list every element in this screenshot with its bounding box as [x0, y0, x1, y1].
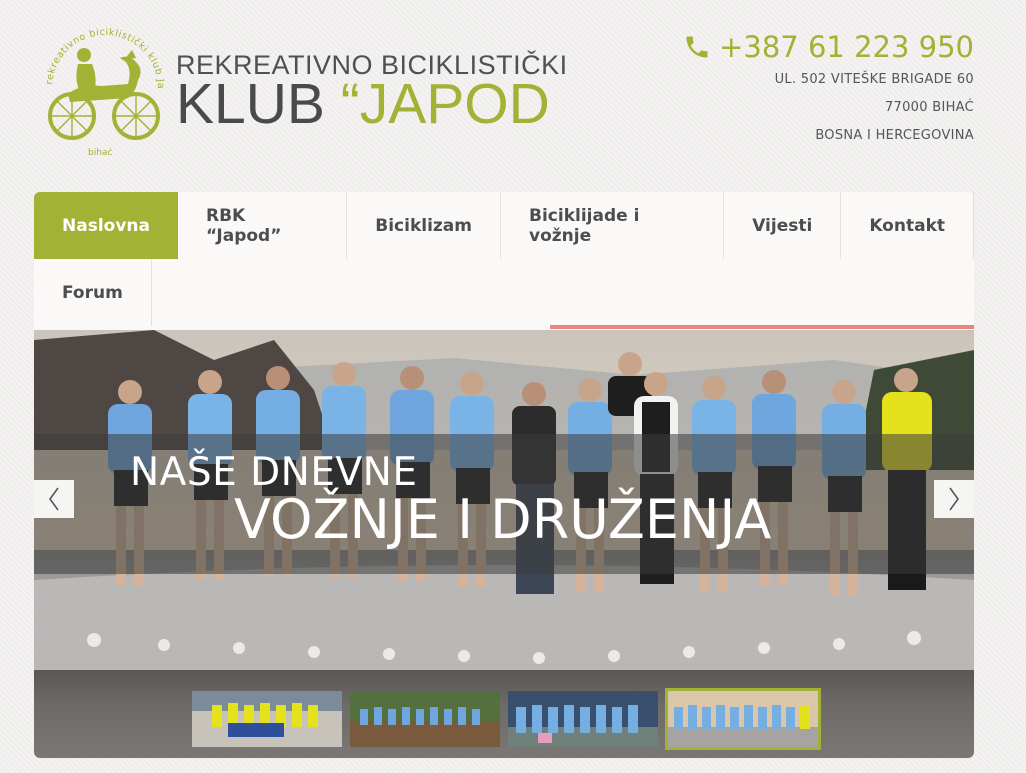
- slider-thumbnail-3[interactable]: [508, 691, 658, 747]
- slider-prev-button[interactable]: [34, 480, 74, 518]
- address-street: UL. 502 VITEŠKE BRIGADE 60: [774, 72, 974, 87]
- slider-thumbnail-1[interactable]: [192, 691, 342, 747]
- club-name-japod: “JAPOD: [340, 72, 550, 136]
- nav-item-naslovna[interactable]: Naslovna: [34, 192, 178, 259]
- club-name-klub: KLUB: [176, 72, 341, 136]
- nav-item-biciklizam[interactable]: Biciklizam: [347, 192, 501, 259]
- slider-thumbnail-2[interactable]: [350, 691, 500, 747]
- contact-info: +387 61 223 950 UL. 502 VITEŠKE BRIGADE …: [683, 30, 974, 150]
- phone-number[interactable]: +387 61 223 950: [683, 30, 974, 64]
- slider-thumbnail-bar: [34, 670, 974, 758]
- slider-thumbnail-4[interactable]: [665, 688, 821, 750]
- main-navigation: Naslovna RBK “Japod” Biciklizam Biciklij…: [34, 192, 974, 330]
- address-country: BOSNA I HERCEGOVINA: [815, 128, 974, 143]
- nav-item-kontakt[interactable]: Kontakt: [841, 192, 974, 259]
- club-name[interactable]: REKREATIVNO BICIKLISTIČKI KLUB “JAPOD: [176, 50, 568, 133]
- nav-item-vijesti[interactable]: Vijesti: [724, 192, 842, 259]
- slider-caption-line2: VOŽNJE I DRUŽENJA: [234, 488, 772, 551]
- nav-item-biciklijade[interactable]: Biciklijade i vožnje: [501, 192, 725, 259]
- hero-slider: NAŠE DNEVNE VOŽNJE I DRUŽENJA: [34, 330, 974, 670]
- address-city: 77000 BIHAĆ: [884, 100, 974, 115]
- chevron-left-icon: [49, 487, 59, 511]
- svg-text:bihać: bihać: [88, 147, 112, 158]
- chevron-right-icon: [949, 487, 959, 511]
- phone-icon: [686, 36, 708, 58]
- slider-next-button[interactable]: [934, 480, 974, 518]
- club-logo-emblem[interactable]: rekreativno biciklistički klub Japod bih…: [40, 18, 170, 158]
- club-name-line2: KLUB “JAPOD: [176, 76, 568, 133]
- phone-text: +387 61 223 950: [719, 30, 974, 64]
- nav-accent-underline: [550, 325, 974, 329]
- nav-item-forum[interactable]: Forum: [34, 259, 152, 326]
- svg-text:rekreativno biciklistički klub: rekreativno biciklistički klub Japod: [40, 18, 166, 89]
- nav-item-rbk-japod[interactable]: RBK “Japod”: [178, 192, 348, 259]
